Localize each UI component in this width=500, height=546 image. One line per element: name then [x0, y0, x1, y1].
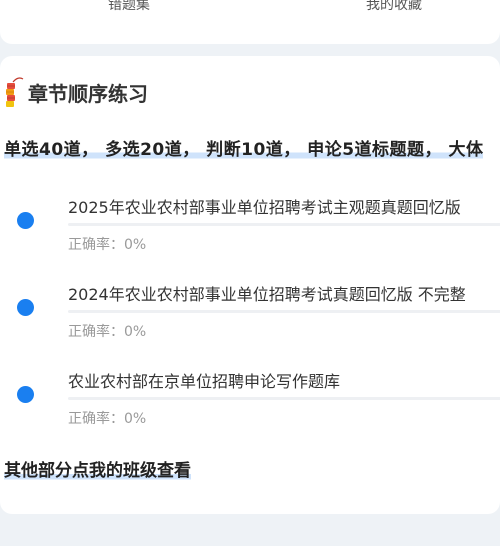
- divider: [68, 310, 500, 313]
- accuracy-rate: 正确率：0%: [68, 237, 147, 253]
- list-item[interactable]: 2024年农业农村部事业单位招聘考试真题回忆版 不完整 正确率：0%: [0, 277, 500, 357]
- item-title: 2025年农业农村部事业单位招聘考试主观题真题回忆版: [68, 198, 461, 217]
- divider: [68, 397, 500, 400]
- section-header: 章节顺序练习: [4, 74, 148, 110]
- bullet-dot-icon: [17, 386, 34, 403]
- chapter-practice-card: 章节顺序练习 单选40道， 多选20道， 判断10道， 申论5道标题题， 大体 …: [0, 56, 500, 514]
- divider: [68, 223, 500, 226]
- my-favorites-link[interactable]: 我的收藏: [366, 0, 422, 14]
- section-title: 章节顺序练习: [28, 81, 148, 106]
- mistake-collection-link[interactable]: 错题集: [108, 0, 150, 14]
- list-item[interactable]: 2025年农业农村部事业单位招聘考试主观题真题回忆版 正确率：0%: [0, 190, 500, 270]
- footer-note[interactable]: 其他部分点我的班级查看: [4, 461, 191, 481]
- top-nav-card: 错题集 我的收藏: [0, 0, 500, 44]
- firecracker-icon: [6, 77, 24, 107]
- bullet-dot-icon: [17, 299, 34, 316]
- item-title: 农业农村部在京单位招聘申论写作题库: [68, 372, 341, 391]
- item-title: 2024年农业农村部事业单位招聘考试真题回忆版 不完整: [68, 285, 466, 304]
- accuracy-rate: 正确率：0%: [68, 324, 147, 340]
- section-subtitle: 单选40道， 多选20道， 判断10道， 申论5道标题题， 大体: [4, 140, 484, 160]
- list-item[interactable]: 农业农村部在京单位招聘申论写作题库 正确率：0%: [0, 364, 500, 444]
- footer-note-wrap: 其他部分点我的班级查看: [4, 456, 191, 481]
- accuracy-rate: 正确率：0%: [68, 411, 147, 427]
- section-subtitle-wrap: 单选40道， 多选20道， 判断10道， 申论5道标题题， 大体: [4, 135, 484, 160]
- bullet-dot-icon: [17, 212, 34, 229]
